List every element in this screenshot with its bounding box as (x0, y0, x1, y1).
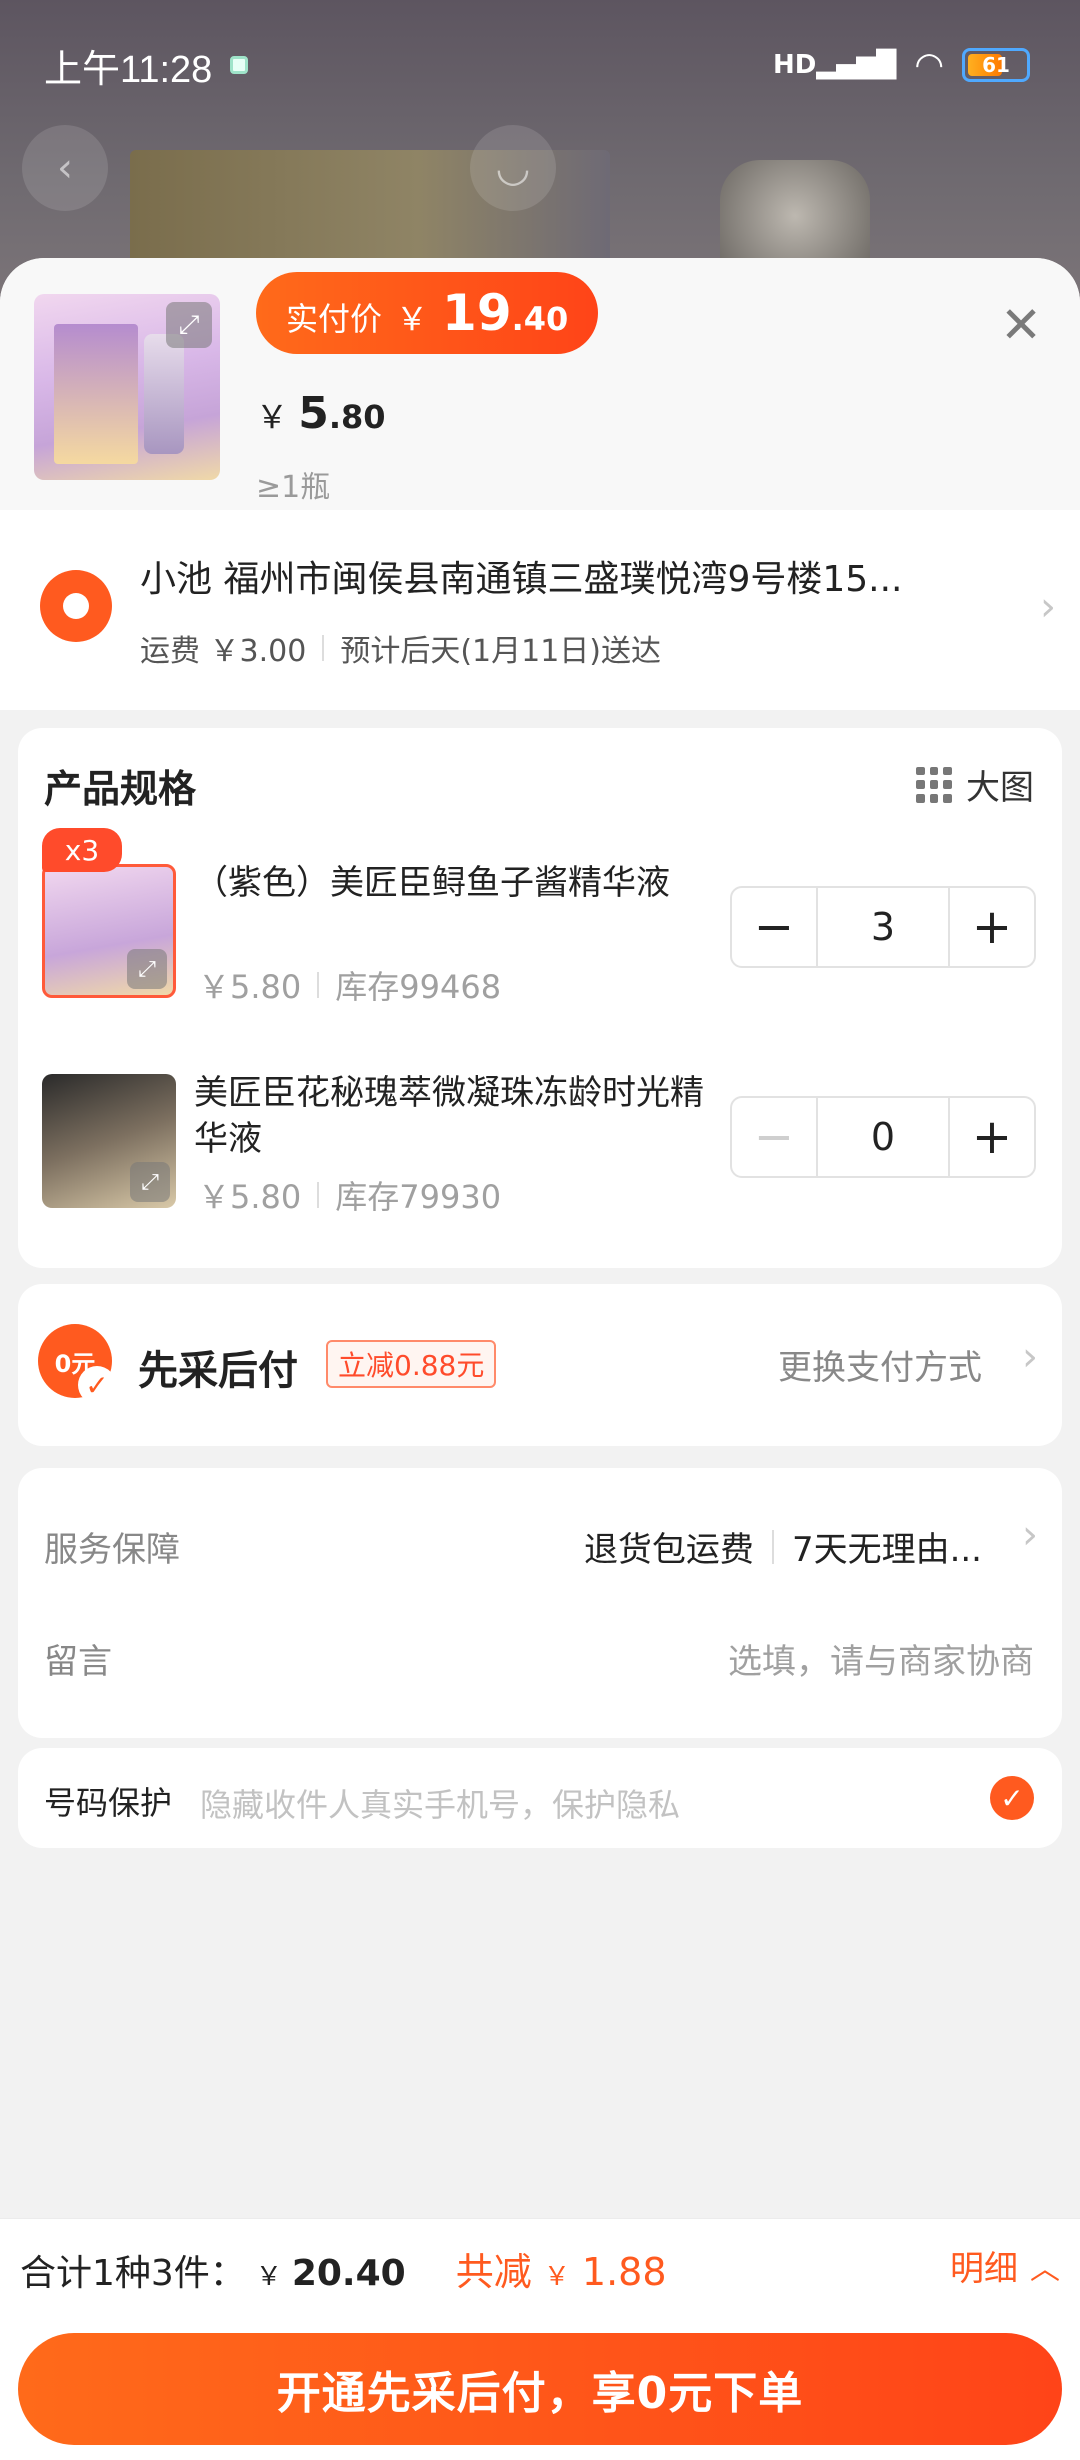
spec-item-stock: 库存79930 (335, 1178, 502, 1216)
reduce-summary: 共减 ￥ 1.88 (456, 2241, 667, 2296)
pay-price-integer: 19 (442, 284, 512, 342)
status-bar: 上午11:28 HD▂▄▆█ ◠ 61 (0, 0, 1080, 130)
big-view-button[interactable]: 大图 (916, 760, 1034, 809)
spec-item[interactable]: x3 ⤢ （紫色）美匠臣鲟鱼子酱精华液 ￥5.80 库存99468 − 3 + (18, 824, 1062, 1014)
pay-price-decimal: .40 (511, 300, 569, 338)
detail-label: 明细 (950, 2249, 1018, 2289)
enable-pay-later-button[interactable]: 开通先采后付，享0元下单 (18, 2333, 1062, 2445)
pay-price-pill: 实付价 ￥ 19 .40 (256, 272, 599, 354)
signal-icon: HD▂▄▆█ (773, 50, 897, 80)
spec-card: 产品规格 大图 x3 ⤢ （紫色）美匠臣鲟鱼子酱精华液 ￥5.80 库存9946… (18, 728, 1062, 1268)
detail-button[interactable]: 明细 ︿ (950, 2241, 1060, 2290)
unit-price-decimal: .80 (328, 398, 386, 436)
spec-item-meta: ￥5.80 库存79930 (198, 1172, 501, 1218)
pay-price-currency: ￥ (396, 300, 429, 338)
status-time: 上午11:28 (44, 48, 213, 91)
grid-icon (916, 766, 952, 803)
battery-icon: 61 (962, 48, 1030, 82)
spec-item-name: （紫色）美匠臣鲟鱼子酱精华液 (194, 863, 670, 903)
check-icon: ✓ (78, 1366, 116, 1404)
divider (317, 972, 320, 998)
back-icon: ‹ (22, 125, 108, 211)
shipping-info: 运费 ￥3.00 预计后天(1月11日)送达 (140, 626, 661, 670)
quantity-value[interactable]: 3 (816, 888, 950, 966)
purchase-sheet: ⤢ 实付价 ￥ 19 .40 ￥ 5.80 ≥1瓶 ✕ 小池 福州市闽侯县南通镇… (0, 258, 1080, 2460)
quantity-value[interactable]: 0 (816, 1098, 950, 1176)
protection-label: 号码保护 (44, 1784, 173, 1822)
number-protection-card[interactable]: 号码保护 隐藏收件人真实手机号，保护隐私 ✓ (18, 1748, 1062, 1848)
expand-icon[interactable]: ⤢ (130, 1162, 170, 1202)
note-input[interactable]: 选填，请与商家协商 (728, 1634, 1034, 1683)
payment-title: 先采后付 (138, 1348, 298, 1394)
divider (771, 1529, 774, 1564)
notification-icon (230, 56, 249, 74)
status-time-group: 上午11:28 (44, 38, 249, 93)
spec-item-price: ￥5.80 (198, 1178, 302, 1216)
thumbnail-box (54, 324, 138, 464)
service-card: 服务保障 退货包运费 7天无理由... › 留言 选填，请与商家协商 (18, 1468, 1062, 1738)
note-label: 留言 (44, 1642, 112, 1682)
battery-level: 61 (982, 53, 1010, 77)
service-values[interactable]: 退货包运费 7天无理由... (584, 1522, 982, 1571)
change-payment-link[interactable]: 更换支付方式 (778, 1340, 982, 1389)
shipping-fee: 运费 ￥3.00 (140, 634, 307, 669)
product-thumbnail[interactable]: ⤢ (34, 294, 220, 480)
reduce-amount: 1.88 (581, 2250, 667, 2294)
spec-item-price: ￥5.80 (198, 968, 302, 1006)
thumbnail-bottle (144, 334, 184, 454)
total-currency: ￥ (255, 2262, 282, 2292)
total-amount: 20.40 (291, 2253, 406, 2294)
discount-badge: 立减0.88元 (326, 1340, 497, 1388)
spec-item-thumbnail[interactable]: ⤢ (42, 864, 176, 998)
spec-item-name: 美匠臣花秘瑰萃微凝珠冻龄时光精华液 (194, 1073, 704, 1159)
protection-hint: 隐藏收件人真实手机号，保护隐私 (200, 1786, 681, 1824)
big-view-label: 大图 (966, 768, 1034, 808)
service-return-shipping: 退货包运费 (583, 1530, 754, 1570)
sheet-header: ⤢ 实付价 ￥ 19 .40 ￥ 5.80 ≥1瓶 ✕ (0, 258, 1080, 510)
divider (317, 1182, 320, 1208)
unit-price-currency: ￥ (256, 398, 289, 436)
unit-price: ￥ 5.80 (256, 388, 386, 439)
service-label: 服务保障 (44, 1530, 180, 1570)
spec-item-meta: ￥5.80 库存99468 (198, 962, 501, 1008)
chevron-right-icon: › (1022, 1334, 1038, 1380)
min-quantity: ≥1瓶 (256, 470, 331, 505)
chevron-up-icon: ︿ (1030, 2251, 1060, 2287)
check-icon[interactable]: ✓ (990, 1776, 1034, 1820)
increase-button[interactable]: + (950, 888, 1034, 966)
reduce-currency: ￥ (543, 2262, 570, 2292)
wifi-icon: ◠ (914, 45, 944, 85)
unit-price-integer: 5 (298, 388, 329, 439)
decrease-button[interactable]: − (732, 1098, 816, 1176)
quantity-badge: x3 (42, 828, 122, 872)
quantity-stepper: − 3 + (730, 886, 1036, 968)
close-icon[interactable]: ✕ (1000, 296, 1042, 354)
decrease-button[interactable]: − (732, 888, 816, 966)
expand-icon[interactable]: ⤢ (127, 949, 167, 989)
quantity-stepper: − 0 + (730, 1096, 1036, 1178)
cart-icon: ◡ (470, 125, 556, 211)
service-seven-day: 7天无理由... (791, 1530, 982, 1570)
total-summary: 合计1种3件： ￥ 20.40 共减 ￥ 1.88 (20, 2241, 667, 2296)
expand-icon[interactable]: ⤢ (166, 302, 212, 348)
total-label: 合计1种3件： (20, 2253, 246, 2294)
status-indicators: HD▂▄▆█ ◠ 61 (773, 45, 1030, 85)
divider (322, 635, 325, 661)
chevron-right-icon: › (1040, 584, 1056, 630)
spec-title: 产品规格 (44, 767, 197, 811)
address-line: 小池 福州市闽侯县南通镇三盛璞悦湾9号楼15... (140, 559, 903, 600)
location-pin-icon (40, 570, 112, 642)
spec-item-thumbnail[interactable]: ⤢ (42, 1074, 176, 1208)
delivery-eta: 预计后天(1月11日)送达 (340, 634, 662, 669)
signal-label: HD (773, 50, 817, 80)
chevron-right-icon: › (1022, 1512, 1038, 1558)
reduce-label: 共减 (455, 2250, 532, 2294)
increase-button[interactable]: + (950, 1098, 1034, 1176)
payment-card[interactable]: 0元 ✓ 先采后付 立减0.88元 更换支付方式 › (18, 1284, 1062, 1446)
address-row[interactable]: 小池 福州市闽侯县南通镇三盛璞悦湾9号楼15... 运费 ￥3.00 预计后天(… (0, 510, 1080, 710)
pay-price-label: 实付价 (286, 300, 383, 338)
spec-item-stock: 库存99468 (335, 968, 502, 1006)
checkout-footer: 合计1种3件： ￥ 20.40 共减 ￥ 1.88 明细 ︿ 开通先采后付，享0… (0, 2218, 1080, 2460)
spec-item[interactable]: ⤢ 美匠臣花秘瑰萃微凝珠冻龄时光精华液 ￥5.80 库存79930 − 0 + (18, 1034, 1062, 1224)
